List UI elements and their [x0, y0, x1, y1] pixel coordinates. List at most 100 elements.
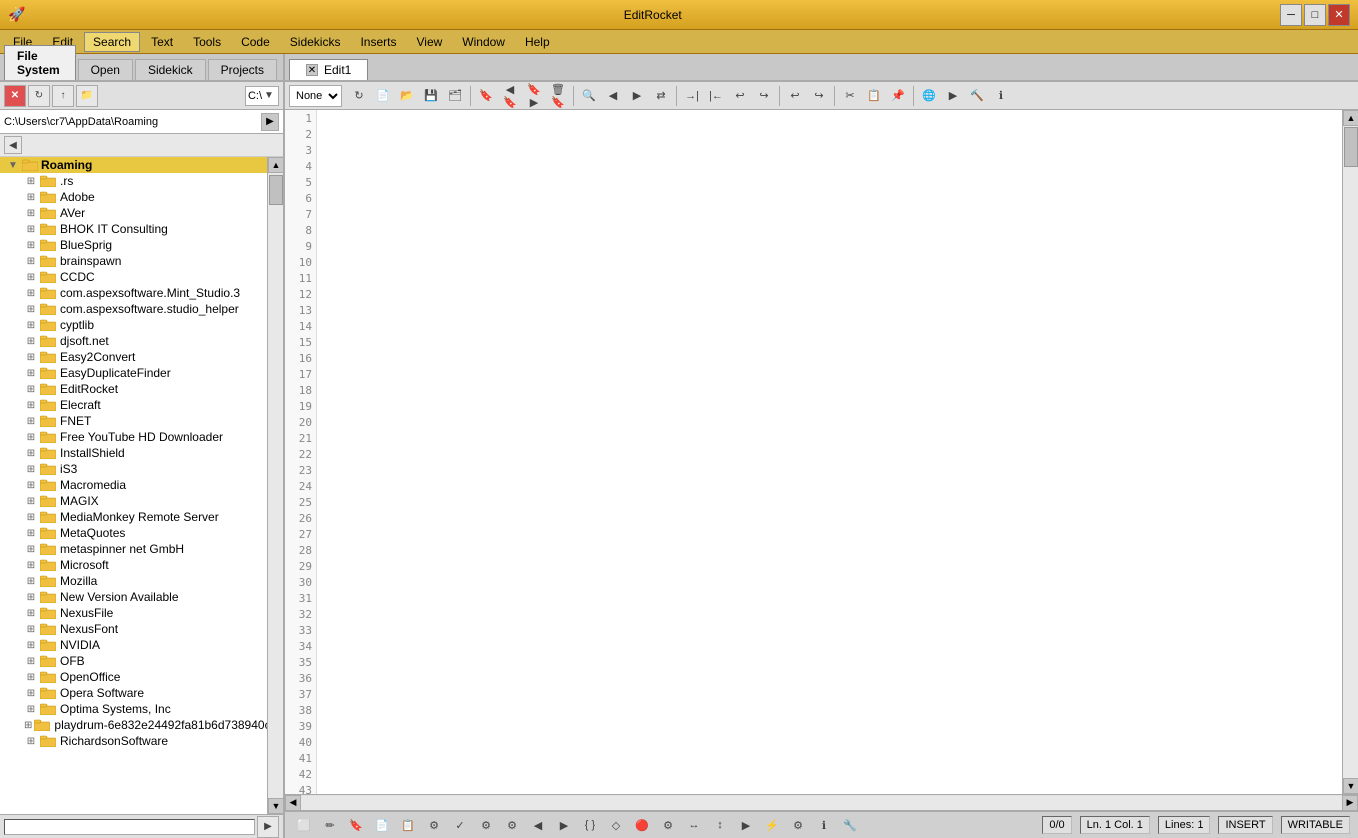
- left-search-input[interactable]: [4, 819, 255, 835]
- vscroll-up-button[interactable]: ▲: [268, 157, 283, 173]
- new-tool-button[interactable]: 📄: [372, 85, 394, 107]
- minimize-button[interactable]: ─: [1280, 4, 1302, 26]
- tree-item[interactable]: ⊞ OFB: [0, 653, 267, 669]
- editor-vscrollbar[interactable]: ▲ ▼: [1342, 110, 1358, 794]
- bookmark-button[interactable]: 🔖: [475, 85, 497, 107]
- refresh-tool-button[interactable]: ↻: [348, 85, 370, 107]
- tab-filesystem[interactable]: File System: [4, 45, 76, 80]
- vscroll-down-button[interactable]: ▼: [268, 798, 283, 814]
- open-tool-button[interactable]: 📂: [396, 85, 418, 107]
- build-button[interactable]: 🔨: [966, 85, 988, 107]
- bottom-btn-19[interactable]: ⚡: [761, 814, 783, 836]
- copy-button[interactable]: 📋: [863, 85, 885, 107]
- up-folder-button[interactable]: ↑: [52, 85, 74, 107]
- tree-item[interactable]: ⊞ Macromedia: [0, 477, 267, 493]
- bottom-btn-18[interactable]: ▶: [735, 814, 757, 836]
- tree-item[interactable]: ⊞ CCDC: [0, 269, 267, 285]
- tree-item[interactable]: ⊞ Easy2Convert: [0, 349, 267, 365]
- save-all-tool-button[interactable]: 🗂: [444, 85, 466, 107]
- tree-item[interactable]: ⊞ Mozilla: [0, 573, 267, 589]
- editor-scroll-up-button[interactable]: ▲: [1343, 110, 1358, 126]
- tab-sidekick[interactable]: Sidekick: [135, 59, 206, 80]
- replace-button[interactable]: ⇄: [650, 85, 672, 107]
- tree-item[interactable]: ⊞ Microsoft: [0, 557, 267, 573]
- bottom-btn-13[interactable]: ◇: [605, 814, 627, 836]
- bottom-btn-2[interactable]: ✏: [319, 814, 341, 836]
- editor-hscrollbar[interactable]: ◀ ▶: [285, 794, 1358, 810]
- bottom-btn-17[interactable]: ↕: [709, 814, 731, 836]
- next-bookmark-button[interactable]: 🔖▶: [523, 85, 545, 107]
- tree-item[interactable]: ⊞ MetaQuotes: [0, 525, 267, 541]
- tree-item[interactable]: ⊞ NexusFont: [0, 621, 267, 637]
- bottom-btn-16[interactable]: ↔: [683, 814, 705, 836]
- tree-item[interactable]: ⊞ MAGIX: [0, 493, 267, 509]
- tree-root[interactable]: ▼ Roaming: [0, 157, 267, 173]
- menu-window[interactable]: Window: [453, 32, 514, 52]
- bottom-btn-14[interactable]: 🔴: [631, 814, 653, 836]
- tree-item[interactable]: ⊞ FNET: [0, 413, 267, 429]
- browser-button[interactable]: 🌐: [918, 85, 940, 107]
- tree-item[interactable]: ⊞ OpenOffice: [0, 669, 267, 685]
- menu-inserts[interactable]: Inserts: [351, 32, 405, 52]
- vscroll-thumb[interactable]: [269, 175, 283, 205]
- editor-scroll-thumb[interactable]: [1344, 127, 1358, 167]
- tree-item[interactable]: ⊞ metaspinner net GmbH: [0, 541, 267, 557]
- bottom-btn-5[interactable]: 📋: [397, 814, 419, 836]
- maximize-button[interactable]: □: [1304, 4, 1326, 26]
- tree-item[interactable]: ⊞ NVIDIA: [0, 637, 267, 653]
- bottom-btn-15[interactable]: ⚙: [657, 814, 679, 836]
- unindent-button[interactable]: |←: [705, 85, 727, 107]
- close-button[interactable]: ✕: [1328, 4, 1350, 26]
- menu-search[interactable]: Search: [84, 32, 140, 52]
- tree-item[interactable]: ⊞ New Version Available: [0, 589, 267, 605]
- hscroll-right-button[interactable]: ▶: [1342, 795, 1358, 811]
- hscroll-track[interactable]: [301, 796, 1342, 810]
- nav-left-button[interactable]: ◀: [4, 136, 22, 154]
- editor-scroll-track[interactable]: [1343, 126, 1358, 778]
- bottom-btn-3[interactable]: 🔖: [345, 814, 367, 836]
- menu-sidekicks[interactable]: Sidekicks: [281, 32, 350, 52]
- find-button[interactable]: 🔍: [578, 85, 600, 107]
- path-arrow-button[interactable]: ▶: [261, 113, 279, 131]
- tree-item[interactable]: ⊞ iS3: [0, 461, 267, 477]
- undo-button[interactable]: ↩: [784, 85, 806, 107]
- close-panel-button[interactable]: ✕: [4, 85, 26, 107]
- find-next-button[interactable]: ▶: [626, 85, 648, 107]
- tab-open[interactable]: Open: [78, 59, 133, 80]
- tree-item[interactable]: ⊞ com.aspexsoftware.Mint_Studio.3: [0, 285, 267, 301]
- bottom-btn-9[interactable]: ⚙: [501, 814, 523, 836]
- find-prev-button[interactable]: ◀: [602, 85, 624, 107]
- tree-item[interactable]: ⊞ playdrum-6e832e24492fa81b6d738940c6ec.…: [0, 717, 267, 733]
- tree-item[interactable]: ⊞ cyptlib: [0, 317, 267, 333]
- bottom-btn-1[interactable]: ⬜: [293, 814, 315, 836]
- bottom-btn-11[interactable]: ▶: [553, 814, 575, 836]
- bottom-btn-21[interactable]: ℹ: [813, 814, 835, 836]
- tree-item[interactable]: ⊞ com.aspexsoftware.studio_helper: [0, 301, 267, 317]
- bottom-btn-22[interactable]: 🔧: [839, 814, 861, 836]
- bottom-btn-7[interactable]: ✓: [449, 814, 471, 836]
- menu-help[interactable]: Help: [516, 32, 559, 52]
- refresh-button[interactable]: ↻: [28, 85, 50, 107]
- tree-item[interactable]: ⊞ brainspawn: [0, 253, 267, 269]
- hscroll-left-button[interactable]: ◀: [285, 795, 301, 811]
- bottom-btn-10[interactable]: ◀: [527, 814, 549, 836]
- unwrap-button[interactable]: ↪: [753, 85, 775, 107]
- left-bottom-arrow[interactable]: ▶: [257, 816, 279, 838]
- language-select[interactable]: None: [289, 85, 342, 107]
- bottom-btn-20[interactable]: ⚙: [787, 814, 809, 836]
- menu-view[interactable]: View: [407, 32, 451, 52]
- editor-tab-edit1[interactable]: ✕ Edit1: [289, 59, 368, 80]
- tree-item[interactable]: ⊞ Free YouTube HD Downloader: [0, 429, 267, 445]
- tree-item[interactable]: ⊞ Opera Software: [0, 685, 267, 701]
- tree-item[interactable]: ⊞ InstallShield: [0, 445, 267, 461]
- menu-code[interactable]: Code: [232, 32, 279, 52]
- save-tool-button[interactable]: 💾: [420, 85, 442, 107]
- run-button[interactable]: ▶: [942, 85, 964, 107]
- tree-item[interactable]: ⊞ BlueSprig: [0, 237, 267, 253]
- paste-button[interactable]: 📌: [887, 85, 909, 107]
- tree-item[interactable]: ⊞ BHOK IT Consulting: [0, 221, 267, 237]
- tree-item[interactable]: ⊞ Elecraft: [0, 397, 267, 413]
- drive-dropdown-button[interactable]: ▼: [262, 87, 276, 105]
- redo-button[interactable]: ↪: [808, 85, 830, 107]
- info-button[interactable]: ℹ: [990, 85, 1012, 107]
